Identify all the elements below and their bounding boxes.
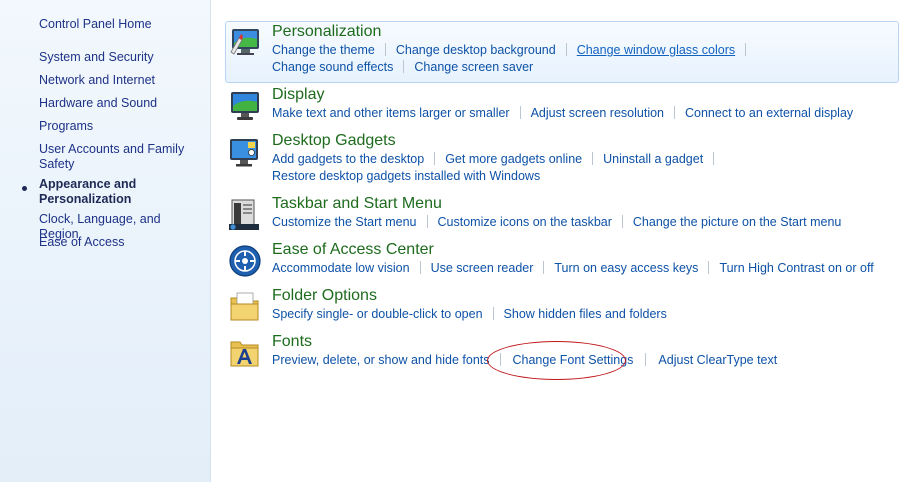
separator (426, 215, 428, 228)
restore-gadgets-link[interactable]: Restore desktop gadgets installed with W… (272, 168, 540, 185)
taskbar-icon (229, 199, 259, 230)
connect-external-display-link[interactable]: Connect to an external display (685, 105, 853, 122)
task-links: Specify single- or double-click to open S… (272, 306, 898, 323)
adjust-screen-resolution-link[interactable]: Adjust screen resolution (531, 105, 664, 122)
separator (674, 106, 675, 119)
accommodate-low-vision-link[interactable]: Accommodate low vision (272, 260, 410, 277)
separator (645, 353, 647, 366)
category-personalization: Personalization Change the theme Change d… (225, 21, 899, 83)
navigation-pane: Control Panel Home System and Security N… (0, 0, 210, 482)
category-title[interactable]: Desktop Gadgets (272, 131, 396, 151)
separator (492, 307, 494, 320)
task-links: Add gadgets to the desktop Get more gadge… (272, 151, 898, 185)
customize-taskbar-icons-link[interactable]: Customize icons on the taskbar (438, 214, 612, 231)
current-page-bullet-icon (22, 186, 27, 191)
sidebar-item-programs[interactable]: Programs (39, 119, 199, 134)
task-links: Customize the Start menu Customize icons … (272, 214, 898, 231)
separator (708, 261, 710, 274)
separator (592, 152, 594, 165)
desktop-gadgets-icon (230, 139, 258, 167)
sidebar-item-network-and-internet[interactable]: Network and Internet (39, 73, 199, 88)
fonts-icon (230, 341, 259, 367)
personalization-icon (230, 29, 259, 55)
folder-options-icon (230, 292, 259, 321)
turn-high-contrast-link[interactable]: Turn High Contrast on or off (719, 260, 873, 277)
pane-divider (210, 0, 211, 482)
customize-start-menu-link[interactable]: Customize the Start menu (272, 214, 417, 231)
ease-of-access-icon (229, 245, 261, 277)
control-panel-home-link[interactable]: Control Panel Home (39, 17, 199, 32)
sidebar-item-hardware-and-sound[interactable]: Hardware and Sound (39, 96, 199, 111)
change-theme-link[interactable]: Change the theme (272, 42, 375, 59)
show-hidden-files-link[interactable]: Show hidden files and folders (504, 306, 667, 323)
separator (384, 43, 386, 56)
sidebar-item-ease-of-access[interactable]: Ease of Access (39, 235, 199, 250)
separator (543, 261, 545, 274)
separator (419, 261, 421, 274)
change-font-settings-link[interactable]: Change Font Settings (513, 352, 634, 369)
task-links: Make text and other items larger or smal… (272, 105, 898, 122)
change-start-menu-picture-link[interactable]: Change the picture on the Start menu (633, 214, 841, 231)
separator (519, 106, 521, 119)
make-text-larger-link[interactable]: Make text and other items larger or smal… (272, 105, 510, 122)
adjust-cleartype-link[interactable]: Adjust ClearType text (658, 352, 777, 369)
separator (745, 43, 747, 56)
separator (713, 152, 715, 165)
category-title[interactable]: Folder Options (272, 286, 377, 306)
change-screen-saver-link[interactable]: Change screen saver (414, 59, 533, 76)
uninstall-gadget-link[interactable]: Uninstall a gadget (603, 151, 703, 168)
add-gadgets-link[interactable]: Add gadgets to the desktop (272, 151, 424, 168)
sidebar-item-appearance-and-personalization: Appearance and Personalization (39, 177, 137, 206)
separator (499, 353, 501, 366)
category-title[interactable]: Fonts (272, 332, 312, 352)
category-title[interactable]: Taskbar and Start Menu (272, 194, 442, 214)
change-desktop-background-link[interactable]: Change desktop background (396, 42, 556, 59)
category-title[interactable]: Ease of Access Center (272, 240, 434, 260)
display-icon (231, 92, 259, 120)
get-more-gadgets-link[interactable]: Get more gadgets online (445, 151, 582, 168)
task-links: Accommodate low vision Use screen reader T… (272, 260, 898, 277)
separator (403, 60, 405, 73)
category-title[interactable]: Personalization (272, 22, 381, 42)
task-links: Change the theme Change desktop backgroun… (272, 42, 898, 76)
sidebar-item-system-and-security[interactable]: System and Security (39, 50, 199, 65)
task-links: Preview, delete, or show and hide fonts C… (272, 352, 898, 369)
use-screen-reader-link[interactable]: Use screen reader (431, 260, 534, 277)
change-sound-effects-link[interactable]: Change sound effects (272, 59, 393, 76)
turn-on-easy-access-keys-link[interactable]: Turn on easy access keys (554, 260, 698, 277)
separator (621, 215, 623, 228)
preview-delete-fonts-link[interactable]: Preview, delete, or show and hide fonts (272, 352, 490, 369)
separator (565, 43, 567, 56)
single-double-click-link[interactable]: Specify single- or double-click to open (272, 306, 483, 323)
sidebar-item-user-accounts[interactable]: User Accounts and Family Safety (39, 142, 189, 172)
category-title[interactable]: Display (272, 85, 324, 105)
change-window-glass-colors-link[interactable]: Change window glass colors (577, 42, 735, 59)
separator (434, 152, 436, 165)
